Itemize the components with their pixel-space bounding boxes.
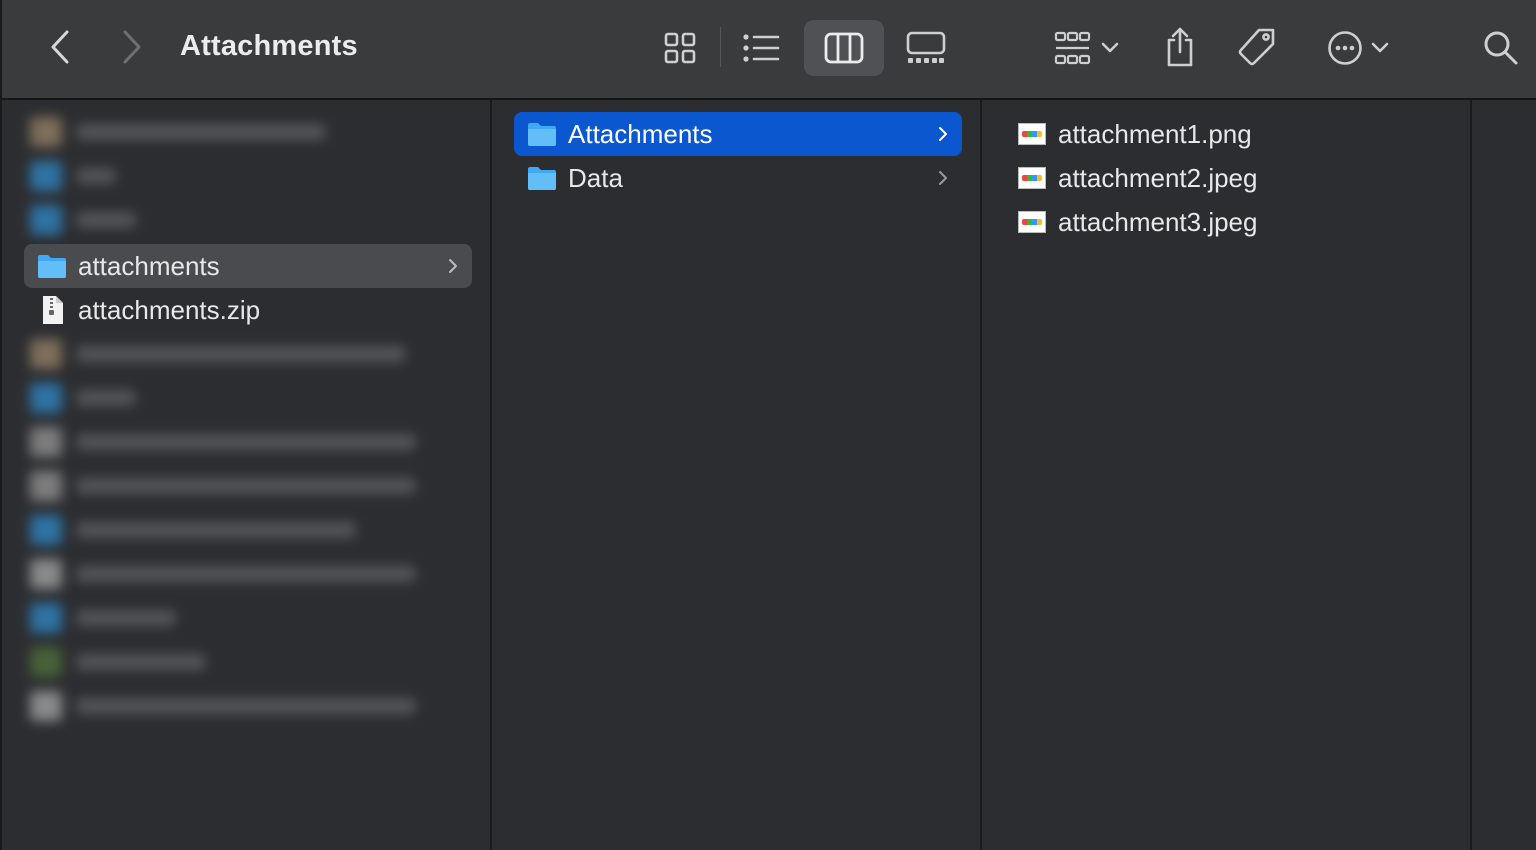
back-icon <box>51 30 69 64</box>
column-view-icon <box>824 32 864 64</box>
more-actions-button[interactable] <box>1320 26 1396 70</box>
column-4-empty[interactable] <box>1472 100 1536 850</box>
zip-file-icon <box>43 296 63 324</box>
icon-view-button[interactable] <box>658 26 702 70</box>
search-button[interactable] <box>1480 26 1522 70</box>
list-item-attachment2[interactable]: attachment2.jpeg <box>1000 156 1452 200</box>
share-icon <box>1167 27 1193 67</box>
image-thumbnail-icon <box>1018 211 1046 233</box>
column-view-button[interactable] <box>804 20 884 76</box>
blurred-items-bottom <box>22 332 472 732</box>
item-label: attachment2.jpeg <box>1058 162 1258 193</box>
blurred-items-top <box>22 112 472 235</box>
folder-icon <box>38 255 66 278</box>
list-item-attachments-folder[interactable]: attachments <box>24 244 472 288</box>
finder-window: Attachments attachments attachments.zip … <box>0 0 1536 850</box>
image-thumbnail-icon <box>1018 167 1046 189</box>
item-label: Data <box>568 162 623 193</box>
tag-icon <box>1238 28 1275 66</box>
list-item-attachments-zip[interactable]: attachments.zip <box>24 288 472 332</box>
item-label: attachments.zip <box>78 294 261 325</box>
search-icon <box>1484 31 1518 65</box>
image-thumbnail-icon <box>1018 123 1046 145</box>
list-item-attachment3[interactable]: attachment3.jpeg <box>1000 200 1452 244</box>
chevron-right-icon <box>939 171 947 185</box>
window-title: Attachments <box>180 30 358 62</box>
gallery-view-icon <box>906 31 946 63</box>
tag-button[interactable] <box>1234 24 1280 70</box>
chevron-down-icon <box>1371 42 1389 53</box>
chevron-right-icon <box>449 259 457 273</box>
chevron-right-icon <box>939 127 947 141</box>
toolbar: Attachments <box>2 0 1536 100</box>
forward-icon <box>123 30 141 64</box>
gallery-view-button[interactable] <box>902 26 950 70</box>
column-3[interactable]: attachment1.png attachment2.jpeg attachm… <box>982 100 1472 850</box>
forward-button[interactable] <box>114 28 150 66</box>
icon-view-icon <box>664 32 696 64</box>
column-1[interactable]: attachments attachments.zip <box>2 100 492 850</box>
item-label: attachment3.jpeg <box>1058 206 1258 237</box>
toolbar-separator <box>720 27 721 67</box>
chevron-down-icon <box>1101 42 1119 53</box>
list-item-attachment1[interactable]: attachment1.png <box>1000 112 1452 156</box>
folder-icon <box>528 167 556 190</box>
item-label: attachments <box>78 250 220 281</box>
list-view-button[interactable] <box>738 26 784 70</box>
back-button[interactable] <box>42 28 78 66</box>
group-icon <box>1054 31 1091 65</box>
item-label: attachment1.png <box>1058 118 1252 149</box>
folder-icon <box>528 123 556 146</box>
group-button[interactable] <box>1046 26 1126 70</box>
more-actions-icon <box>1328 31 1362 65</box>
share-button[interactable] <box>1158 24 1202 70</box>
list-view-icon <box>743 34 780 62</box>
item-label: Attachments <box>568 118 713 149</box>
column-2[interactable]: Attachments Data <box>492 100 982 850</box>
list-item-attachments-subfolder[interactable]: Attachments <box>514 112 962 156</box>
list-item-data-folder[interactable]: Data <box>514 156 962 200</box>
